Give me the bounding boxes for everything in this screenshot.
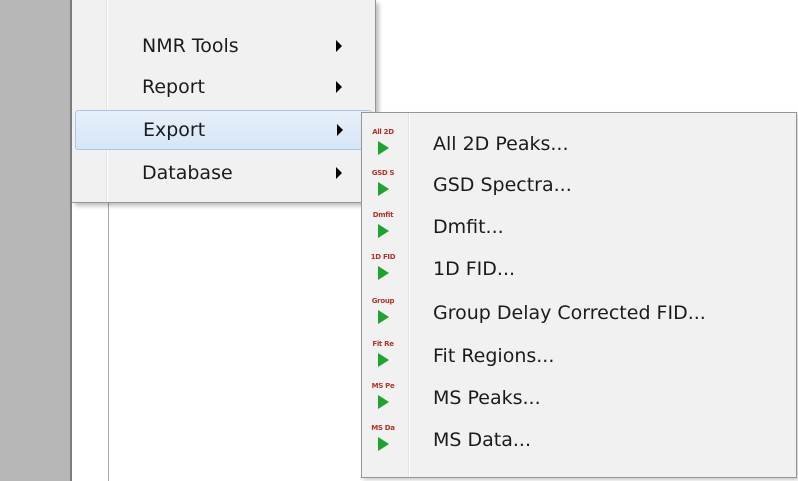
- menu-item-export[interactable]: Export: [75, 110, 372, 150]
- submenu-item-label: GSD Spectra...: [433, 174, 572, 196]
- icon-tag: MS Pe: [371, 382, 395, 390]
- icon-tag: Group: [371, 297, 395, 305]
- icon-tag: Fit Re: [372, 340, 394, 348]
- play-arrow-icon: [378, 395, 389, 409]
- submenu-item-1d-fid[interactable]: 1D FID 1D FID...: [362, 249, 796, 290]
- submenu-item-gsd-spectra[interactable]: GSD S GSD Spectra...: [362, 165, 796, 206]
- submenu-item-ms-data[interactable]: MS Da MS Data...: [362, 420, 796, 461]
- export-play-icon: MS Pe: [368, 382, 398, 414]
- export-play-icon: 1D FID: [368, 253, 398, 285]
- play-arrow-icon: [378, 310, 389, 324]
- icon-tag: 1D FID: [370, 253, 396, 261]
- export-play-icon: Fit Re: [368, 340, 398, 372]
- export-submenu: All 2D All 2D Peaks... GSD S GSD Spectra…: [361, 112, 797, 478]
- submenu-item-label: 1D FID...: [433, 258, 516, 280]
- submenu-arrow-icon: [336, 40, 342, 52]
- left-panel-strip: [0, 0, 70, 481]
- menu-item-database[interactable]: Database: [72, 153, 375, 193]
- submenu-item-label: Dmfit...: [433, 216, 504, 238]
- play-arrow-icon: [378, 182, 389, 196]
- menu-item-nmr-tools[interactable]: NMR Tools: [72, 26, 375, 66]
- menu-item-label: Report: [142, 76, 205, 98]
- export-play-icon: Group: [368, 297, 398, 329]
- export-play-icon: MS Da: [368, 424, 398, 456]
- menu-item-label: NMR Tools: [142, 35, 239, 57]
- submenu-item-all-2d-peaks[interactable]: All 2D All 2D Peaks...: [362, 124, 796, 165]
- export-play-icon: All 2D: [368, 128, 398, 160]
- play-arrow-icon: [378, 353, 389, 367]
- submenu-item-dmfit[interactable]: Dmfit Dmfit...: [362, 207, 796, 248]
- play-arrow-icon: [378, 224, 389, 238]
- menu-item-label: Database: [142, 162, 233, 184]
- submenu-item-fit-regions[interactable]: Fit Re Fit Regions...: [362, 336, 796, 377]
- context-menu: NMR Tools Report Export Database: [72, 0, 376, 203]
- submenu-arrow-icon: [336, 81, 342, 93]
- play-arrow-icon: [378, 437, 389, 451]
- submenu-arrow-icon: [337, 124, 343, 136]
- panel-divider: [108, 190, 109, 481]
- submenu-item-label: Group Delay Corrected FID...: [433, 302, 706, 324]
- menu-item-label: Export: [143, 119, 206, 141]
- submenu-item-group-delay-corrected-fid[interactable]: Group Group Delay Corrected FID...: [362, 293, 796, 334]
- submenu-item-label: MS Data...: [433, 429, 531, 451]
- icon-tag: GSD S: [371, 169, 395, 177]
- icon-tag: MS Da: [371, 424, 395, 432]
- submenu-item-label: All 2D Peaks...: [433, 133, 569, 155]
- submenu-item-label: MS Peaks...: [433, 387, 541, 409]
- icon-tag: All 2D: [372, 128, 394, 136]
- submenu-arrow-icon: [336, 167, 342, 179]
- submenu-item-ms-peaks[interactable]: MS Pe MS Peaks...: [362, 378, 796, 419]
- icon-tag: Dmfit: [372, 211, 394, 219]
- play-arrow-icon: [378, 266, 389, 280]
- submenu-item-label: Fit Regions...: [433, 345, 555, 367]
- export-play-icon: GSD S: [368, 169, 398, 201]
- play-arrow-icon: [378, 141, 389, 155]
- export-play-icon: Dmfit: [368, 211, 398, 243]
- menu-item-report[interactable]: Report: [72, 67, 375, 107]
